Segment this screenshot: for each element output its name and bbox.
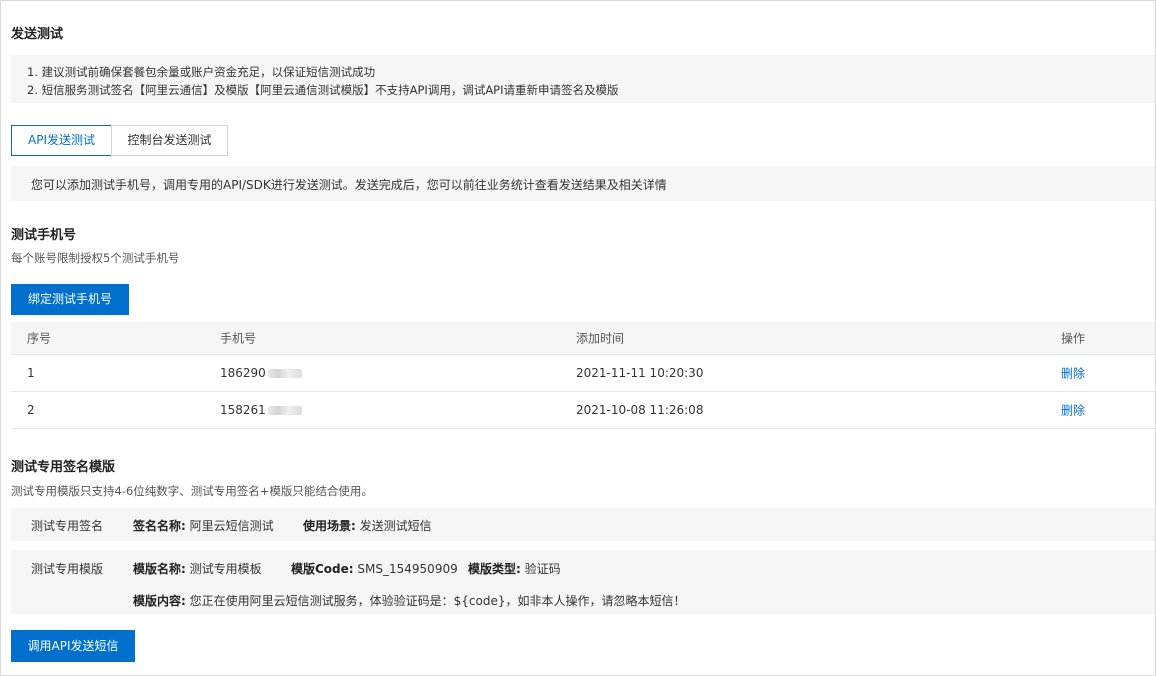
blurred-digits: [267, 406, 302, 415]
call-api-send-sms-button[interactable]: 调用API发送短信: [11, 630, 135, 662]
delete-link[interactable]: 删除: [1061, 402, 1085, 419]
tab-console-send-test[interactable]: 控制台发送测试: [111, 125, 228, 156]
template-content: 模版内容: 您正在使用阿里云短信测试服务，体验验证码是：${code}，如非本人…: [133, 594, 686, 608]
test-template-box: 测试专用模版 模版名称: 测试专用模板 模版Code: SMS_15495090…: [11, 550, 1155, 614]
column-header-action: 操作: [1061, 331, 1086, 346]
signature-name: 签名名称: 阿里云短信测试: [133, 519, 274, 533]
table-header: 序号 手机号 添加时间 操作: [11, 322, 1155, 355]
notice-line-2: 2. 短信服务测试签名【阿里云通信】及模版【阿里云通信测试模版】不支持API调用…: [27, 83, 619, 97]
phones-title: 测试手机号: [11, 228, 77, 243]
info-banner: 您可以添加测试手机号，调用专用的API/SDK进行发送测试。发送完成后，您可以前…: [11, 166, 1155, 201]
template-desc: 测试专用模版只支持4-6位纯数字、测试专用签名+模版只能结合使用。: [11, 484, 373, 498]
row-phone: 158261: [220, 403, 302, 417]
template-type: 模版类型: 验证码: [468, 562, 561, 576]
blurred-digits: [267, 369, 302, 378]
info-text: 您可以添加测试手机号，调用专用的API/SDK进行发送测试。发送完成后，您可以前…: [31, 178, 667, 192]
signature-scene: 使用场景: 发送测试短信: [303, 519, 432, 533]
column-header-phone: 手机号: [220, 331, 257, 346]
test-signature-box: 测试专用签名 签名名称: 阿里云短信测试 使用场景: 发送测试短信: [11, 508, 1155, 541]
notice-line-1: 1. 建议测试前确保套餐包余量或账户资金充足，以保证短信测试成功: [27, 65, 376, 79]
row-phone: 186290: [220, 366, 302, 380]
row-index: 2: [27, 403, 35, 417]
notice-box: 1. 建议测试前确保套餐包余量或账户资金充足，以保证短信测试成功 2. 短信服务…: [11, 55, 1155, 103]
row-time: 2021-11-11 10:20:30: [576, 366, 704, 380]
row-time: 2021-10-08 11:26:08: [576, 403, 704, 417]
phones-desc: 每个账号限制授权5个测试手机号: [11, 251, 180, 265]
signature-label: 测试专用签名: [31, 519, 104, 533]
table-row: 1 186290 2021-11-11 10:20:30 删除: [11, 355, 1155, 392]
row-index: 1: [27, 366, 35, 380]
table-row: 2 158261 2021-10-08 11:26:08 删除: [11, 392, 1155, 429]
column-header-index: 序号: [27, 331, 52, 346]
template-title: 测试专用签名模版: [11, 460, 116, 475]
template-name: 模版名称: 测试专用模板: [133, 562, 262, 576]
template-label: 测试专用模版: [31, 562, 104, 576]
delete-link[interactable]: 删除: [1061, 365, 1085, 382]
section-title: 发送测试: [11, 27, 64, 42]
template-code: 模版Code: SMS_154950909: [291, 562, 458, 576]
tab-api-send-test[interactable]: API发送测试: [11, 125, 112, 156]
column-header-time: 添加时间: [576, 331, 625, 346]
send-test-panel: 发送测试 1. 建议测试前确保套餐包余量或账户资金充足，以保证短信测试成功 2.…: [0, 0, 1156, 676]
bind-test-phone-button[interactable]: 绑定测试手机号: [11, 284, 129, 315]
